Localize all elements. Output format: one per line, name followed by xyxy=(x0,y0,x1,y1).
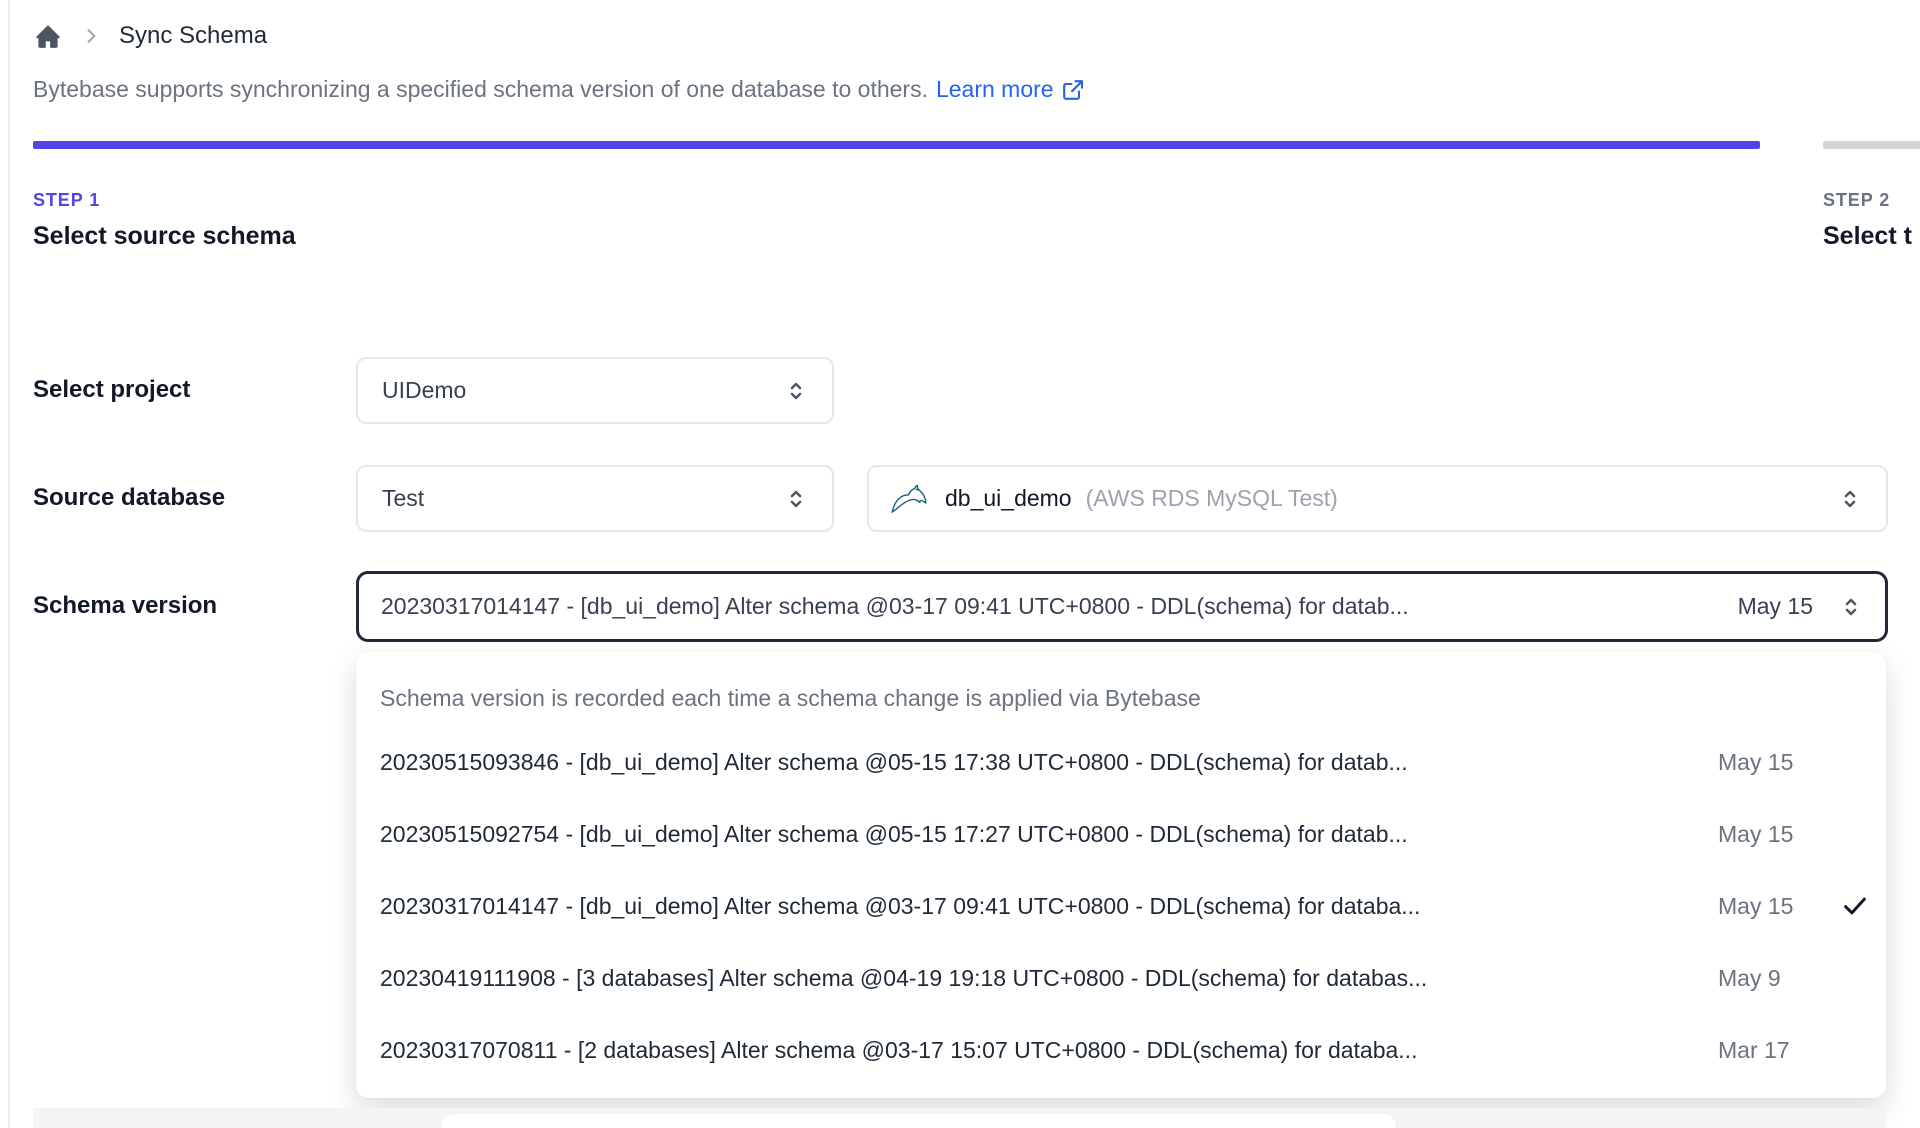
database-select-name: db_ui_demo xyxy=(945,485,1072,511)
option-check-slot xyxy=(1822,891,1870,921)
home-icon[interactable] xyxy=(33,21,63,51)
chevron-right-icon xyxy=(81,26,101,46)
option-text: 20230515092754 - [db_ui_demo] Alter sche… xyxy=(380,820,1408,847)
database-select-instance: (AWS RDS MySQL Test) xyxy=(1085,485,1338,511)
schema-version-option[interactable]: 20230515093846 - [db_ui_demo] Alter sche… xyxy=(356,726,1886,798)
option-text: 20230317070811 - [2 databases] Alter sch… xyxy=(380,1036,1418,1063)
option-text: 20230419111908 - [3 databases] Alter sch… xyxy=(380,964,1428,991)
option-check-slot xyxy=(1822,747,1870,777)
option-date: May 9 xyxy=(1718,964,1781,991)
intro-text: Bytebase supports synchronizing a specif… xyxy=(33,76,928,102)
environment-select-value: Test xyxy=(382,485,425,511)
option-date: May 15 xyxy=(1718,748,1794,775)
option-check-slot xyxy=(1822,819,1870,849)
schema-version-dropdown: Schema version is recorded each time a s… xyxy=(356,652,1886,1098)
schema-version-select[interactable]: 20230317014147 - [db_ui_demo] Alter sche… xyxy=(356,571,1888,642)
schema-version-option[interactable]: 20230317070811 - [2 databases] Alter sch… xyxy=(356,1014,1886,1086)
environment-select[interactable]: Test xyxy=(356,465,834,532)
schema-version-select-date: May 15 xyxy=(1737,593,1813,619)
mysql-dolphin-icon xyxy=(889,482,929,516)
chevron-up-down-icon xyxy=(1837,593,1865,621)
learn-more-label: Learn more xyxy=(935,76,1054,102)
external-link-icon xyxy=(1061,78,1085,102)
schema-version-option-list: 20230515093846 - [db_ui_demo] Alter sche… xyxy=(356,726,1886,1086)
option-date: Mar 17 xyxy=(1718,1036,1790,1063)
option-text: 20230515093846 - [db_ui_demo] Alter sche… xyxy=(380,748,1408,775)
learn-more-link[interactable]: Learn more xyxy=(936,76,1085,103)
chevron-up-down-icon xyxy=(1836,485,1864,513)
check-icon xyxy=(1840,891,1870,921)
step2-label: STEP 2 xyxy=(1823,190,1891,210)
step2-progress-bar xyxy=(1823,141,1920,149)
schema-version-select-value: 20230317014147 - [db_ui_demo] Alter sche… xyxy=(381,593,1409,619)
intro-text-row: Bytebase supports synchronizing a specif… xyxy=(33,76,1085,103)
option-date: May 15 xyxy=(1718,892,1794,919)
step1-progress-bar xyxy=(33,141,1760,149)
source-database-label: Source database xyxy=(33,484,226,511)
project-select-value: UIDemo xyxy=(382,377,467,403)
database-select[interactable]: db_ui_demo (AWS RDS MySQL Test) xyxy=(867,465,1888,532)
schema-version-label: Schema version xyxy=(33,592,218,619)
breadcrumb: Sync Schema xyxy=(33,14,267,58)
next-section-panel-edge xyxy=(441,1114,1396,1128)
option-check-slot xyxy=(1822,963,1870,993)
page-title: Sync Schema xyxy=(119,22,268,49)
project-select[interactable]: UIDemo xyxy=(356,357,834,424)
step2-title: Select t xyxy=(1823,222,1912,250)
step1-label: STEP 1 xyxy=(33,190,101,210)
schema-version-option[interactable]: 20230317014147 - [db_ui_demo] Alter sche… xyxy=(356,870,1886,942)
option-check-slot xyxy=(1822,1035,1870,1065)
chevron-up-down-icon xyxy=(782,485,810,513)
schema-version-option[interactable]: 20230515092754 - [db_ui_demo] Alter sche… xyxy=(356,798,1886,870)
dropdown-header-hint: Schema version is recorded each time a s… xyxy=(380,684,1201,711)
select-project-label: Select project xyxy=(33,376,191,403)
schema-version-option[interactable]: 20230419111908 - [3 databases] Alter sch… xyxy=(356,942,1886,1014)
option-date: May 15 xyxy=(1718,820,1794,847)
step1-title: Select source schema xyxy=(33,222,296,250)
option-text: 20230317014147 - [db_ui_demo] Alter sche… xyxy=(380,892,1421,919)
chevron-up-down-icon xyxy=(782,377,810,405)
left-edge-divider xyxy=(8,0,10,1128)
